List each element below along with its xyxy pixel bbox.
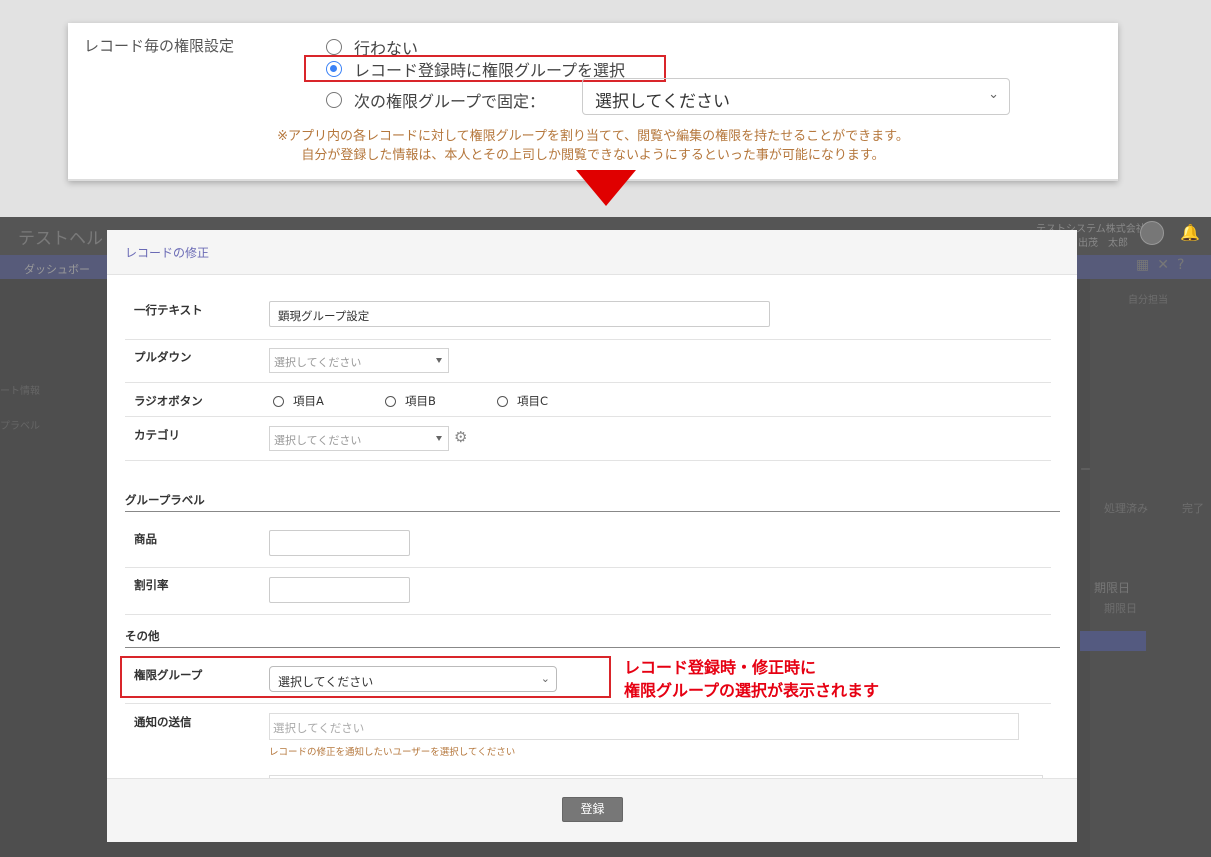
row-divider bbox=[125, 460, 1051, 461]
bg-app-title: テストヘル bbox=[18, 229, 103, 249]
settings-note: ※アプリ内の各レコードに対して権限グループを割り当てて、閲覧や編集の権限を持たせ… bbox=[68, 127, 1118, 165]
bg-right-button bbox=[1080, 631, 1146, 651]
bg-left-text-1: ート情報 bbox=[0, 386, 40, 397]
gear-icon[interactable]: ⚙ bbox=[454, 428, 467, 446]
radio-label: ラジオボタン bbox=[134, 394, 203, 408]
section-divider bbox=[125, 511, 1060, 512]
bg-right-text-6: ー bbox=[1080, 463, 1091, 476]
chevron-down-icon: ⌄ bbox=[988, 87, 999, 102]
callout-line1: レコード登録時・修正時に bbox=[624, 658, 817, 677]
edit-record-modal: レコードの修正 一行テキスト 顕現グループ設定 プルダウン 選択してください ラ… bbox=[107, 230, 1077, 842]
row-divider bbox=[125, 614, 1051, 615]
toolbar-icons: ▦✕? bbox=[1136, 257, 1193, 273]
bg-right-text-4: 期限日 bbox=[1094, 581, 1131, 595]
bell-icon: 🔔 bbox=[1180, 223, 1200, 242]
category-label: カテゴリ bbox=[134, 428, 180, 442]
permission-settings-card: レコード毎の権限設定 行わない レコード登録時に権限グループを選択 次の権限グル… bbox=[68, 23, 1118, 181]
submit-button[interactable]: 登録 bbox=[562, 797, 623, 822]
down-arrow-icon bbox=[576, 170, 636, 206]
bg-nav-dashboard: ダッシュボー bbox=[24, 263, 90, 276]
modal-footer: 登録 bbox=[107, 778, 1077, 842]
notify-label: 通知の送信 bbox=[134, 715, 192, 729]
modal-header: レコードの修正 bbox=[107, 230, 1077, 275]
radio-option-a[interactable]: 項目A bbox=[273, 393, 324, 409]
radio-option-b[interactable]: 項目B bbox=[385, 393, 436, 409]
caret-down-icon bbox=[436, 436, 442, 441]
discount-input[interactable] bbox=[269, 577, 410, 603]
text-field-value: 顕現グループ設定 bbox=[278, 309, 370, 323]
settings-note-line1: ※アプリ内の各レコードに対して権限グループを割り当てて、閲覧や編集の権限を持たせ… bbox=[277, 129, 909, 144]
settings-note-line2: 自分が登録した情報は、本人とその上司しか閲覧できないようにするといった事が可能に… bbox=[301, 148, 885, 163]
section-divider bbox=[125, 647, 1060, 648]
row-divider bbox=[125, 416, 1051, 417]
text-field-input[interactable]: 顕現グループ設定 bbox=[269, 301, 770, 327]
category-placeholder: 選択してください bbox=[274, 434, 362, 447]
bg-user-name: 出茂 太郎 bbox=[1078, 238, 1128, 249]
highlight-box-permission bbox=[120, 656, 611, 698]
radio-option-a-label: 項目A bbox=[293, 394, 324, 408]
product-input[interactable] bbox=[269, 530, 410, 556]
row-divider bbox=[125, 567, 1051, 568]
product-label: 商品 bbox=[134, 532, 157, 546]
avatar bbox=[1140, 221, 1164, 245]
text-field-label: 一行テキスト bbox=[134, 303, 203, 317]
section-group-label: グループラベル bbox=[125, 493, 205, 507]
radio-circle[interactable] bbox=[385, 395, 396, 407]
pulldown-placeholder: 選択してください bbox=[274, 356, 362, 369]
row-divider bbox=[125, 339, 1051, 340]
fixed-group-select[interactable]: 選択してください ⌄ bbox=[582, 78, 1010, 115]
option-fixed-group-label: 次の権限グループで固定： bbox=[354, 92, 546, 111]
radio-none[interactable] bbox=[326, 39, 342, 55]
settings-label: レコード毎の権限設定 bbox=[84, 37, 235, 55]
category-select[interactable]: 選択してください bbox=[269, 426, 449, 451]
section-other-label: その他 bbox=[125, 629, 160, 643]
notify-user-select[interactable]: 選択してください bbox=[269, 713, 1019, 740]
radio-option-b-label: 項目B bbox=[405, 394, 436, 408]
bg-right-text-5: 期限日 bbox=[1104, 602, 1137, 615]
pulldown-select[interactable]: 選択してください bbox=[269, 348, 449, 373]
pulldown-label: プルダウン bbox=[134, 350, 192, 364]
bg-right-text-2: 処理済み bbox=[1104, 502, 1148, 515]
row-divider bbox=[125, 382, 1051, 383]
radio-option-c[interactable]: 項目C bbox=[497, 393, 548, 409]
notify-placeholder: 選択してください bbox=[273, 721, 365, 735]
bg-right-panel bbox=[1090, 279, 1211, 857]
radio-circle[interactable] bbox=[497, 395, 508, 407]
radio-circle[interactable] bbox=[273, 395, 284, 407]
callout-annotation: レコード登録時・修正時に 権限グループの選択が表示されます bbox=[624, 656, 879, 702]
discount-label: 割引率 bbox=[134, 578, 169, 592]
row-divider bbox=[125, 703, 1051, 704]
callout-line2: 権限グループの選択が表示されます bbox=[624, 681, 880, 700]
modal-title: レコードの修正 bbox=[125, 246, 210, 260]
radio-fixed-group[interactable] bbox=[326, 92, 342, 108]
bg-right-text-3: 完了 bbox=[1182, 502, 1204, 515]
bg-left-text-2: プラベル bbox=[0, 421, 40, 432]
option-fixed-group[interactable]: 次の権限グループで固定： bbox=[326, 88, 545, 112]
fixed-group-select-value: 選択してください bbox=[595, 92, 730, 112]
bg-right-text-1: 自分担当 bbox=[1128, 295, 1168, 306]
notify-hint: レコードの修正を通知したいユーザーを選択してください bbox=[269, 747, 516, 758]
radio-option-c-label: 項目C bbox=[517, 394, 549, 408]
caret-down-icon bbox=[436, 358, 442, 363]
